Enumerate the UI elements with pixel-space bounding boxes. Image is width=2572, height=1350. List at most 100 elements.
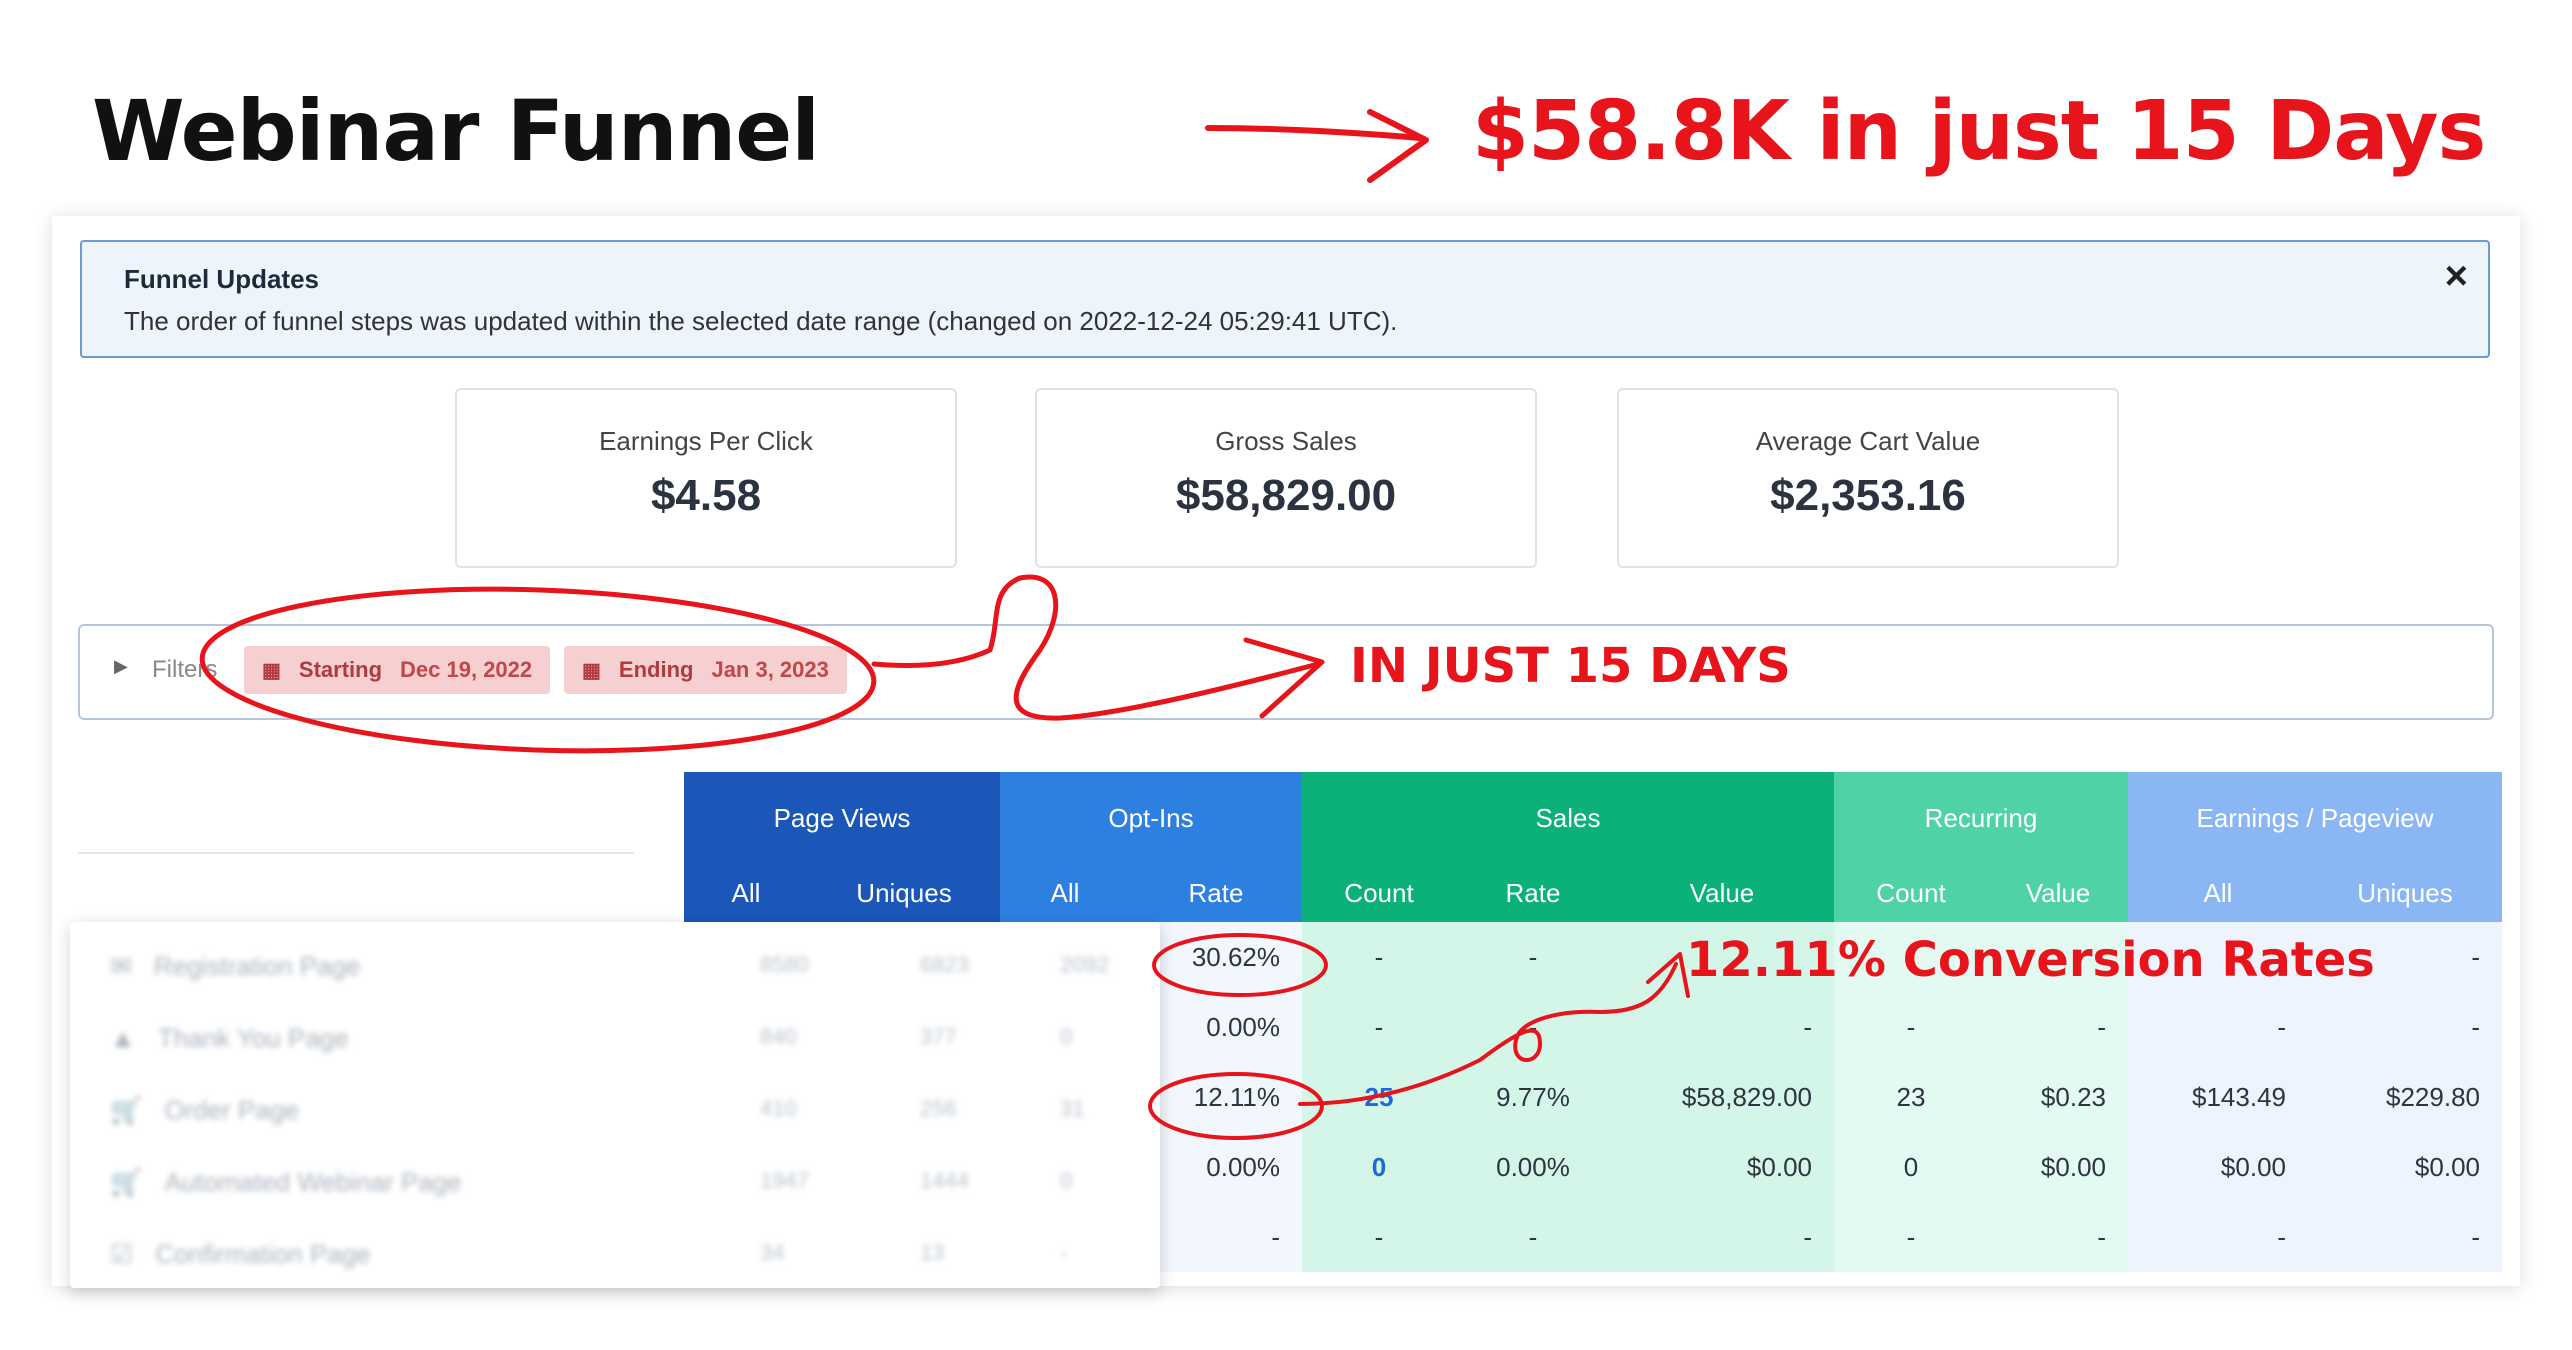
group-recurring: Recurring: [1834, 772, 2128, 864]
col-optin-all[interactable]: All: [1000, 864, 1130, 922]
step-number: 13: [920, 1240, 945, 1265]
step-icon: 🛒: [110, 1166, 143, 1197]
cell-sales-count: -: [1302, 922, 1456, 992]
col-earnings-all[interactable]: All: [2128, 864, 2308, 922]
cell-sales-count: -: [1302, 992, 1456, 1062]
group-page-views: Page Views: [684, 772, 1000, 864]
cell-earnings-uniques: $229.80: [2308, 1062, 2502, 1132]
step-number: -: [1060, 1240, 1068, 1265]
funnel-updates-alert: Funnel Updates The order of funnel steps…: [80, 240, 2490, 358]
stat-card-gross-sales: Gross Sales $58,829.00: [1035, 388, 1537, 568]
page-heading: Webinar Funnel: [92, 82, 820, 180]
step-number: 2092: [1060, 952, 1109, 977]
funnel-step-row[interactable]: 🛒 Order Page: [110, 1090, 299, 1130]
cell-sales-rate: -: [1456, 992, 1610, 1062]
funnel-steps-panel: ✉ Registration Page 8580 6823 2092 ▲ Thank You…: [70, 922, 1160, 1288]
step-number: 410: [760, 1096, 797, 1121]
step-label: Registration Page: [153, 950, 361, 981]
step-icon: 🛒: [110, 1094, 143, 1125]
stat-card-earnings-per-click: Earnings Per Click $4.58: [455, 388, 957, 568]
funnel-step-row[interactable]: ▲ Thank You Page: [110, 1018, 349, 1058]
close-icon[interactable]: ×: [2445, 254, 2468, 299]
stat-value: $58,829.00: [1175, 471, 1397, 520]
caret-right-icon[interactable]: ▶: [114, 656, 128, 677]
cell-sales-count: -: [1302, 1202, 1456, 1272]
step-label: Confirmation Page: [155, 1238, 371, 1269]
cell-earnings-uniques: -: [2308, 1202, 2502, 1272]
cell-sales-rate: 0.00%: [1456, 1132, 1610, 1202]
cell-recurring-value: -: [1988, 1202, 2128, 1272]
end-date-chip[interactable]: ▦ Ending Jan 3, 2023: [564, 646, 847, 694]
cell-recurring-value: $0.23: [1988, 1062, 2128, 1132]
step-number: 31: [1060, 1096, 1085, 1121]
cell-sales-rate: -: [1456, 922, 1610, 992]
calendar-icon: ▦: [262, 659, 281, 682]
step-label: Thank You Page: [157, 1022, 349, 1053]
filters-bar[interactable]: ▶ Filters ▦ Starting Dec 19, 2022 ▦ Endi…: [78, 624, 2494, 720]
stat-label: Earnings Per Click: [599, 426, 813, 456]
col-pv-all[interactable]: All: [684, 864, 808, 922]
start-date-chip[interactable]: ▦ Starting Dec 19, 2022: [244, 646, 551, 694]
step-label: Automated Webinar Page: [164, 1166, 462, 1197]
cell-earnings-all: $143.49: [2128, 1062, 2308, 1132]
stat-label: Gross Sales: [1215, 426, 1357, 456]
cell-earnings-uniques: -: [2308, 992, 2502, 1062]
step-number: 840: [760, 1024, 797, 1049]
step-icon: ▲: [110, 1022, 136, 1053]
col-recurring-count[interactable]: Count: [1834, 864, 1988, 922]
col-sales-value[interactable]: Value: [1610, 864, 1834, 922]
step-icon: ☑: [110, 1238, 134, 1269]
alert-text: The order of funnel steps was updated wi…: [124, 306, 1398, 336]
funnel-panel: Funnel Updates The order of funnel steps…: [52, 216, 2520, 1288]
stat-value: $2,353.16: [1770, 471, 1966, 520]
group-sales: Sales: [1302, 772, 1834, 864]
group-opt-ins: Opt-Ins: [1000, 772, 1302, 864]
cell-recurring-value: -: [1988, 992, 2128, 1062]
cell-recurring-count: 23: [1834, 1062, 1988, 1132]
annotation-conversion: 12.11% Conversion Rates: [1686, 932, 2375, 988]
cell-sales-rate: 9.77%: [1456, 1062, 1610, 1132]
step-number: 0: [1060, 1024, 1073, 1049]
step-number: 1947: [760, 1168, 809, 1193]
cell-recurring-value: $0.00: [1988, 1132, 2128, 1202]
step-number: 377: [920, 1024, 957, 1049]
step-number: 34: [760, 1240, 785, 1265]
headline-arrow-shaft: [1205, 125, 1423, 141]
col-earnings-uniques[interactable]: Uniques: [2308, 864, 2502, 922]
group-earnings-pageview: Earnings / Pageview: [2128, 772, 2502, 864]
cell-recurring-count: 0: [1834, 1132, 1988, 1202]
step-icon: ✉: [110, 950, 132, 981]
cell-sales-count[interactable]: 0: [1302, 1132, 1456, 1202]
funnel-step-row[interactable]: ✉ Registration Page: [110, 946, 360, 986]
step-number: 0: [1060, 1168, 1073, 1193]
stat-label: Average Cart Value: [1755, 426, 1981, 456]
step-number: 6823: [920, 952, 969, 977]
filters-label[interactable]: Filters: [152, 656, 217, 684]
col-recurring-value[interactable]: Value: [1988, 864, 2128, 922]
headline-arrow-head: [1367, 109, 1429, 183]
col-sales-count[interactable]: Count: [1302, 864, 1456, 922]
alert-title: Funnel Updates: [124, 264, 320, 294]
step-number: 8580: [760, 952, 809, 977]
funnel-step-row[interactable]: 🛒 Automated Webinar Page: [110, 1162, 462, 1202]
cell-sales-value: $58,829.00: [1610, 1062, 1834, 1132]
step-label: Order Page: [164, 1094, 299, 1125]
cell-sales-value: $0.00: [1610, 1132, 1834, 1202]
cell-sales-rate: -: [1456, 1202, 1610, 1272]
cell-sales-count[interactable]: 25: [1302, 1062, 1456, 1132]
stat-card-average-cart-value: Average Cart Value $2,353.16: [1617, 388, 2119, 568]
calendar-icon: ▦: [582, 659, 601, 682]
cell-earnings-all: -: [2128, 1202, 2308, 1272]
cell-recurring-count: -: [1834, 992, 1988, 1062]
end-date: Jan 3, 2023: [711, 657, 829, 682]
step-number: 1444: [920, 1168, 969, 1193]
headline-annotation: $58.8K in just 15 Days: [1472, 84, 2486, 179]
cell-earnings-all: -: [2128, 992, 2308, 1062]
start-label: Starting: [298, 657, 383, 682]
col-sales-rate[interactable]: Rate: [1456, 864, 1610, 922]
annotation-days: IN JUST 15 DAYS: [1350, 638, 1791, 694]
col-optin-rate[interactable]: Rate: [1130, 864, 1302, 922]
funnel-step-row[interactable]: ☑ Confirmation Page: [110, 1234, 371, 1274]
col-pv-uniques[interactable]: Uniques: [808, 864, 1000, 922]
end-label: Ending: [618, 657, 694, 682]
